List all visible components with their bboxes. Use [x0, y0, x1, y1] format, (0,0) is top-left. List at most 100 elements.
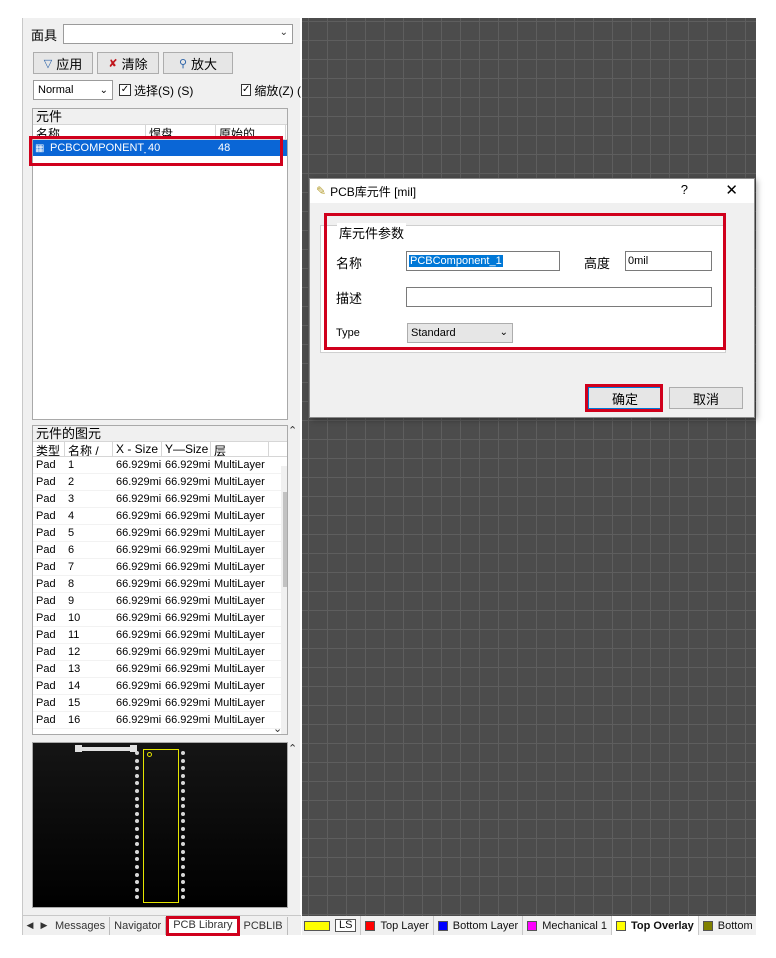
primitives-title: 元件的图元 [33, 426, 287, 442]
table-row[interactable]: Pad 2 66.929mi 66.929mi MultiLayer [33, 474, 287, 491]
column-type[interactable]: 类型 [33, 442, 65, 456]
clear-button[interactable]: ✘ 清除 [97, 52, 159, 74]
cell-name: 5 [68, 527, 75, 539]
close-icon[interactable]: ✕ [725, 181, 738, 199]
cell-layer: MultiLayer [214, 561, 265, 573]
select-checkbox[interactable]: ✓ 选择(S) (S) [119, 82, 193, 99]
cell-y-size: 66.929mi [165, 697, 211, 709]
pad-dot [181, 842, 185, 847]
scroll-up-icon[interactable]: ⌃ [288, 424, 297, 437]
cell-x-size: 66.929mi [116, 680, 162, 692]
zoom-checkbox[interactable]: ✓ 缩放(Z) (Z) [241, 82, 301, 99]
pad-dot [135, 789, 139, 793]
cell-x-size: 66.929mi [116, 561, 162, 573]
cell-name: 11 [68, 629, 80, 641]
chevron-down-icon: ⌄ [99, 85, 108, 96]
ok-highlight-frame [585, 384, 663, 412]
table-row[interactable]: Pad 5 66.929mi 66.929mi MultiLayer [33, 525, 287, 542]
pad-dot [135, 880, 139, 885]
layer-bottom[interactable]: Bottom [699, 916, 756, 935]
cell-type: Pad [36, 680, 56, 692]
table-row[interactable]: Pad 15 66.929mi 66.929mi MultiLayer [33, 695, 287, 712]
cell-name: 6 [68, 544, 75, 556]
column-layer[interactable]: 层 [211, 442, 269, 456]
column-x-size[interactable]: X - Size [113, 442, 162, 456]
cell-x-size: 66.929mi [116, 510, 162, 522]
pcb-library-icon: ✎ [316, 184, 327, 198]
tab-pcblib[interactable]: PCBLIB [240, 916, 288, 935]
pad-dot [135, 872, 139, 877]
pad-dot [181, 849, 185, 854]
column-name[interactable]: 名称 / [65, 442, 113, 456]
table-row[interactable]: Pad 11 66.929mi 66.929mi MultiLayer [33, 627, 287, 644]
table-row[interactable]: Pad 12 66.929mi 66.929mi MultiLayer [33, 644, 287, 661]
cell-layer: MultiLayer [214, 476, 265, 488]
apply-button[interactable]: ▽ 应用 [33, 52, 93, 74]
pad-dot [135, 895, 139, 900]
cell-type: Pad [36, 612, 56, 624]
cell-type: Pad [36, 663, 56, 675]
cell-layer: MultiLayer [214, 544, 265, 556]
pad-dot [181, 796, 185, 801]
table-row[interactable]: Pad 3 66.929mi 66.929mi MultiLayer [33, 491, 287, 508]
layer-mechanical-1[interactable]: Mechanical 1 [523, 916, 613, 935]
cell-name: 1 [68, 459, 75, 471]
primitives-scrollbar[interactable] [281, 466, 287, 734]
cell-type: Pad [36, 510, 56, 522]
table-row[interactable]: Pad 13 66.929mi 66.929mi MultiLayer [33, 661, 287, 678]
table-row[interactable]: Pad 10 66.929mi 66.929mi MultiLayer [33, 610, 287, 627]
cell-layer: MultiLayer [214, 714, 265, 726]
scrollbar-thumb[interactable] [283, 492, 287, 587]
layer-top-overlay[interactable]: Top Overlay [612, 916, 699, 935]
table-row[interactable]: Pad 1 66.929mi 66.929mi MultiLayer [33, 457, 287, 474]
dialog-title-bar[interactable]: ✎ PCB库元件 [mil] ? ✕ [310, 179, 754, 203]
layer-swatch [616, 920, 627, 931]
pad-dot [181, 751, 185, 755]
cell-y-size: 66.929mi [165, 646, 211, 658]
cell-x-size: 66.929mi [116, 612, 162, 624]
table-row[interactable]: Pad 9 66.929mi 66.929mi MultiLayer [33, 593, 287, 610]
pcb-library-panel: 面具 ⌄ ▽ 应用 ✘ 清除 ⚲ 放大 Normal ⌄ ✓ 选择(S) (S)… [22, 18, 301, 936]
clear-icon: ✘ [108, 57, 118, 70]
tab-messages[interactable]: Messages [51, 916, 111, 935]
zoom-button[interactable]: ⚲ 放大 [163, 52, 233, 74]
table-row[interactable]: Pad 4 66.929mi 66.929mi MultiLayer [33, 508, 287, 525]
primitives-header: 类型 名称 / X - Size Y—Size 层 [33, 442, 287, 457]
params-highlight-frame [324, 213, 726, 350]
pad-dot [181, 811, 185, 816]
table-row[interactable]: Pad 7 66.929mi 66.929mi MultiLayer [33, 559, 287, 576]
pad-dot [181, 880, 185, 885]
tab-navigator[interactable]: Navigator [110, 916, 167, 935]
layer-bottom-layer[interactable]: Bottom Layer [434, 916, 524, 935]
pcb-editor-canvas[interactable] [302, 18, 756, 935]
layer-tabs: LS Top Layer Bottom Layer Mechanical 1 T… [302, 916, 756, 935]
tab-right-icon[interactable]: ▶ [37, 920, 51, 931]
table-row[interactable]: Pad 6 66.929mi 66.929mi MultiLayer [33, 542, 287, 559]
column-y-size[interactable]: Y—Size [162, 442, 211, 456]
tab-left-icon[interactable]: ◀ [23, 920, 37, 931]
scroll-up-icon[interactable]: ⌃ [288, 742, 297, 755]
cell-name: 8 [68, 578, 75, 590]
table-row[interactable]: Pad 14 66.929mi 66.929mi MultiLayer [33, 678, 287, 695]
pad-dot [135, 849, 139, 854]
pad-dot [135, 751, 139, 755]
cell-x-size: 66.929mi [116, 697, 162, 709]
tab-pcb-library[interactable]: PCB Library [166, 915, 240, 936]
highlight-frame [29, 136, 283, 166]
table-row[interactable]: Pad 16 66.929mi 66.929mi MultiLayer [33, 712, 287, 729]
cell-type: Pad [36, 527, 56, 539]
footprint-preview[interactable] [32, 742, 288, 908]
help-icon[interactable]: ? [681, 182, 688, 197]
cell-layer: MultiLayer [214, 612, 265, 624]
pad-dot [135, 865, 139, 869]
mode-select[interactable]: Normal ⌄ [33, 80, 113, 100]
scroll-down-icon[interactable]: ⌄ [273, 722, 282, 735]
chevron-down-icon: ⌄ [279, 27, 288, 38]
filter-toolbar: ▽ 应用 ✘ 清除 ⚲ 放大 [33, 52, 233, 74]
table-row[interactable]: Pad 8 66.929mi 66.929mi MultiLayer [33, 576, 287, 593]
cell-type: Pad [36, 459, 56, 471]
layer-ls[interactable]: LS [302, 916, 362, 935]
mask-input[interactable]: ⌄ [63, 24, 293, 44]
cancel-button[interactable]: 取消 [669, 387, 743, 409]
layer-top-layer[interactable]: Top Layer [361, 916, 434, 935]
